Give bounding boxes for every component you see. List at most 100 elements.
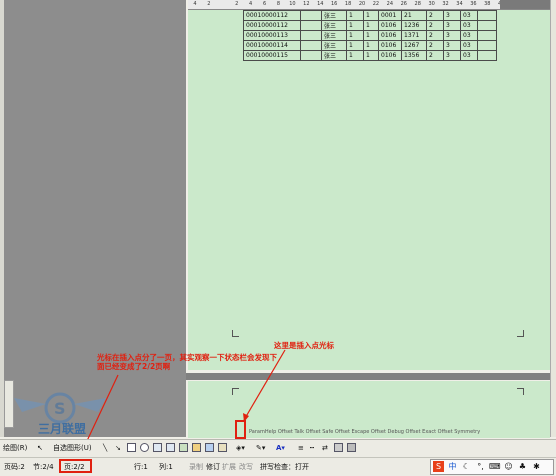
ruler-tick-label: 34 xyxy=(456,1,463,7)
table-cell: 3 xyxy=(443,50,461,61)
moon-icon[interactable]: ☾ xyxy=(461,461,472,472)
status-extend[interactable]: 扩展 xyxy=(222,462,236,472)
table-cell: 1236 xyxy=(401,20,427,31)
table-cell xyxy=(300,40,322,51)
wordart-icon[interactable] xyxy=(179,443,188,452)
status-line: 行:1 xyxy=(134,463,148,471)
select-pointer-icon[interactable]: ↖ xyxy=(37,443,45,453)
table-cell: 2 xyxy=(426,10,444,21)
table-cell: 1 xyxy=(346,50,364,61)
table-cell: 2 xyxy=(426,20,444,31)
table-cell: 1371 xyxy=(401,30,427,41)
sogou-s-icon[interactable]: S xyxy=(433,461,444,472)
fill-color-icon[interactable]: ◈▾ xyxy=(236,443,245,453)
line-tool-icon[interactable]: ╲ xyxy=(103,443,107,453)
svg-text:S: S xyxy=(54,399,66,418)
vertical-scrollbar[interactable] xyxy=(550,0,556,437)
table-cell: 2 xyxy=(426,50,444,61)
status-pages-highlight xyxy=(59,459,92,473)
status-record[interactable]: 录制 xyxy=(189,462,203,472)
ruler-tick-label: 20 xyxy=(358,1,366,7)
user-icon[interactable]: ☺ xyxy=(503,461,514,472)
ruler-tick-label: 38 xyxy=(484,1,491,7)
annotation-right: 这里是插入点光标 xyxy=(274,341,334,350)
dash-style-icon[interactable]: ┅ xyxy=(310,443,314,453)
arrow-style-icon[interactable]: ⇄ xyxy=(322,443,328,453)
page-break-separator xyxy=(186,373,552,380)
table-cell: 3 xyxy=(443,20,461,31)
horizontal-ruler[interactable]: 4224681012141618202224262830323436384042… xyxy=(188,0,550,10)
keyboard-icon[interactable]: ⌨ xyxy=(489,461,501,472)
status-overtype[interactable]: 改写 xyxy=(239,462,253,472)
table-cell xyxy=(477,40,497,51)
clipart-icon[interactable] xyxy=(205,443,214,452)
diagram-icon[interactable] xyxy=(192,443,201,452)
shadow-style-icon[interactable] xyxy=(334,443,343,452)
oval-tool-icon[interactable] xyxy=(140,443,149,452)
table-cell: 1 xyxy=(346,10,364,21)
ruler-tick-label: 16 xyxy=(330,1,338,7)
status-column: 列:1 xyxy=(159,463,173,471)
vertical-textbox-icon[interactable] xyxy=(166,443,175,452)
table-cell xyxy=(477,50,497,61)
table-cell: 1 xyxy=(363,50,379,61)
table-cell: 1 xyxy=(346,40,364,51)
table-cell xyxy=(477,10,497,21)
status-page: 页码:2 xyxy=(4,463,25,471)
page-corner-mark xyxy=(232,388,239,395)
table-cell: 00010000115 xyxy=(243,50,301,61)
ruler-tick-label: 6 xyxy=(262,1,267,7)
annotation-left: 光标在插入点分了一页，其实观察一下状态栏会发现下面已经变成了2/2页啊 xyxy=(97,353,277,371)
table-cell: 张三 xyxy=(321,40,347,51)
table-row: 00010000112 张三 1 1 0106 1236 2 3 03 xyxy=(243,20,497,31)
table-cell: 00010000112 xyxy=(243,10,301,21)
insertion-cursor-highlight xyxy=(235,420,246,439)
ruler-tick-label: 4 xyxy=(249,1,253,7)
textbox-tool-icon[interactable] xyxy=(153,443,162,452)
table-row: 00010000114 张三 1 1 0106 1267 2 3 03 xyxy=(243,40,497,51)
table-cell: 00010000114 xyxy=(243,40,301,51)
draw-menu-button[interactable]: 绘图(R) xyxy=(3,443,27,453)
table-cell: 0106 xyxy=(378,40,402,51)
table-cell: 03 xyxy=(460,30,478,41)
3d-style-icon[interactable] xyxy=(347,443,356,452)
table-cell: 0106 xyxy=(378,50,402,61)
ruler-tick-label: 24 xyxy=(386,1,394,7)
ruler-tick-label: 2 xyxy=(207,1,211,7)
autoshapes-button[interactable]: 自选图形(U) xyxy=(53,443,92,453)
table-cell xyxy=(477,30,497,41)
arrow-tool-icon[interactable]: ↘ xyxy=(115,443,121,453)
line-color-icon[interactable]: ✎▾ xyxy=(256,443,265,453)
table-cell: 0106 xyxy=(378,20,402,31)
rectangle-tool-icon[interactable] xyxy=(127,443,136,452)
font-color-icon[interactable]: A▾ xyxy=(276,443,285,453)
status-track[interactable]: 修订 xyxy=(206,462,220,472)
table-cell xyxy=(300,30,322,41)
table-cell: 0106 xyxy=(378,30,402,41)
table-cell: 03 xyxy=(460,50,478,61)
table-cell xyxy=(300,20,322,31)
data-table: 00010000112 张三 1 1 0001 21 2 3 03 00010000112 张三 1 1… xyxy=(243,10,497,61)
ruler-tick-label: 30 xyxy=(428,1,435,7)
table-cell: 1 xyxy=(363,20,379,31)
table-cell: 3 xyxy=(443,30,461,41)
wrench-icon[interactable]: ✱ xyxy=(531,461,542,472)
table-cell: 1 xyxy=(363,30,379,41)
picture-icon[interactable] xyxy=(218,443,227,452)
table-cell xyxy=(477,20,497,31)
shirt-icon[interactable]: ♣ xyxy=(517,461,528,472)
ruler-tick-label: 18 xyxy=(344,1,352,7)
ruler-tick-label: 28 xyxy=(414,1,421,7)
table-cell: 0001 xyxy=(378,10,402,21)
ruler-tick-label: 10 xyxy=(289,1,296,7)
table-cell: 1 xyxy=(346,30,364,41)
table-cell: 1267 xyxy=(401,40,427,51)
table-cell: 1356 xyxy=(401,50,427,61)
line-style-icon[interactable]: ≡ xyxy=(298,443,304,453)
ruler-tick-label: 22 xyxy=(372,1,380,7)
table-cell: 张三 xyxy=(321,30,347,41)
table-row: 00010000112 张三 1 1 0001 21 2 3 03 xyxy=(243,10,497,21)
page-corner-mark xyxy=(517,388,524,395)
punct-icon[interactable]: °, xyxy=(475,461,486,472)
input-lang-icon[interactable]: 中 xyxy=(447,461,458,472)
